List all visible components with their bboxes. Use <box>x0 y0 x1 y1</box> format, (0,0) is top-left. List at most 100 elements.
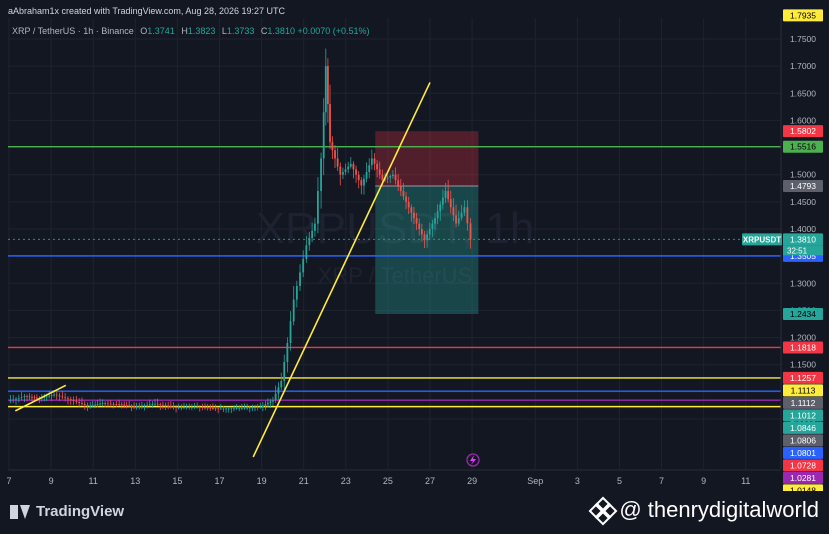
ohlc-high: 1.3823 <box>187 26 216 36</box>
candle-body <box>75 400 78 402</box>
candle-body <box>146 404 149 406</box>
candle-body <box>222 408 225 410</box>
candle-body <box>272 400 274 402</box>
candle-body <box>254 407 256 409</box>
time-tick-label: 23 <box>341 476 351 486</box>
candle-body <box>415 218 418 224</box>
candle-body <box>277 387 280 394</box>
candle-body <box>342 172 344 175</box>
candle-body <box>143 405 146 406</box>
candle-body <box>175 407 177 408</box>
time-tick-label: Sep <box>527 476 543 486</box>
candle-body <box>164 405 167 407</box>
candle-body <box>50 395 53 397</box>
candle-body <box>96 404 99 405</box>
candle-body <box>455 215 457 224</box>
tradingview-logo[interactable]: TradingView <box>10 503 124 520</box>
candle-body <box>331 142 334 151</box>
price-tag-label: 1.5516 <box>790 142 816 152</box>
candle-body <box>104 403 107 405</box>
candle-body <box>86 404 89 406</box>
candle-body <box>410 207 413 213</box>
candle-body <box>460 212 463 219</box>
symbol-tag-label: XRPUSDT <box>743 235 781 244</box>
price-tag-label: 1.1012 <box>790 410 816 420</box>
candle-body <box>156 403 159 405</box>
candle-body <box>452 207 455 216</box>
candle-body <box>151 404 154 405</box>
price-tag-label: 1.5802 <box>790 126 816 136</box>
candle-body <box>217 408 220 410</box>
time-tick-label: 9 <box>49 476 54 486</box>
candle-body <box>449 199 452 208</box>
candle-body <box>177 407 180 409</box>
candle-body <box>72 400 75 401</box>
candle-body <box>33 397 36 399</box>
time-tick-label: 17 <box>214 476 224 486</box>
candle-body <box>463 207 466 213</box>
candle-body <box>261 405 264 408</box>
candle-body <box>99 403 101 405</box>
candle-body <box>324 66 327 113</box>
candle-body <box>28 396 31 398</box>
time-tick-label: 9 <box>701 476 706 486</box>
candle-body <box>230 408 233 410</box>
price-tick-label: 1.3000 <box>790 278 816 288</box>
candle-body <box>58 395 61 397</box>
price-tick-label: 1.4500 <box>790 197 816 207</box>
time-tick-label: 13 <box>130 476 140 486</box>
time-tick-label: 19 <box>257 476 267 486</box>
candle-body <box>45 396 48 398</box>
candle-body <box>381 174 384 181</box>
price-tag-label: 1.2434 <box>790 309 816 319</box>
candle-body <box>190 407 193 408</box>
price-tick-label: 1.4000 <box>790 224 816 234</box>
candle-body <box>402 191 405 197</box>
candle-body <box>320 158 322 191</box>
candle-body <box>198 407 201 408</box>
chart-stage: XRPUSDT, 1hXRP / TetherUS1.05001.10001.1… <box>0 0 829 534</box>
candle-body <box>386 177 389 179</box>
candle-body <box>64 397 67 399</box>
time-tick-label: 11 <box>741 476 750 486</box>
price-tag-label: 1.0728 <box>790 460 816 470</box>
time-tick-label: 27 <box>425 476 435 486</box>
price-tag-label: 1.7935 <box>790 10 816 20</box>
candle-body <box>53 394 55 396</box>
candle-body <box>167 405 170 407</box>
candle-body <box>317 191 319 224</box>
candle-body <box>196 407 199 408</box>
candle-body <box>292 299 295 322</box>
chart-credit: aAbraham1x created with TradingView.com,… <box>8 6 285 16</box>
candle-body <box>431 223 434 229</box>
candle-body <box>336 158 339 167</box>
candle-body <box>109 403 112 405</box>
candle-body <box>128 405 131 407</box>
time-tick-label: 15 <box>172 476 182 486</box>
candle-body <box>469 223 472 240</box>
candle-body <box>413 212 415 219</box>
time-tick-label: 25 <box>383 476 393 486</box>
price-chart[interactable]: XRPUSDT, 1hXRP / TetherUS1.05001.10001.1… <box>0 0 829 534</box>
candle-body <box>444 191 447 198</box>
candle-body <box>67 398 69 400</box>
candle-body <box>378 169 381 175</box>
candle-body <box>370 158 373 166</box>
candle-body <box>349 163 352 167</box>
candle-body <box>94 404 97 406</box>
price-tick-label: 1.6000 <box>790 115 816 125</box>
candle-body <box>140 405 143 407</box>
candle-body <box>193 407 196 408</box>
candle-body <box>302 258 305 273</box>
candle-body <box>274 393 277 400</box>
candle-body <box>394 174 397 181</box>
candle-body <box>123 404 126 406</box>
candle-body <box>314 223 316 231</box>
candle-body <box>12 399 15 401</box>
candle-body <box>334 150 336 159</box>
candle-body <box>225 408 227 410</box>
symbol-legend: XRP / TetherUS · 1h · Binance O1.3741 H1… <box>12 26 370 36</box>
candle-body <box>246 407 249 409</box>
candle-body <box>269 401 272 403</box>
binance-diamond-icon <box>588 496 618 526</box>
